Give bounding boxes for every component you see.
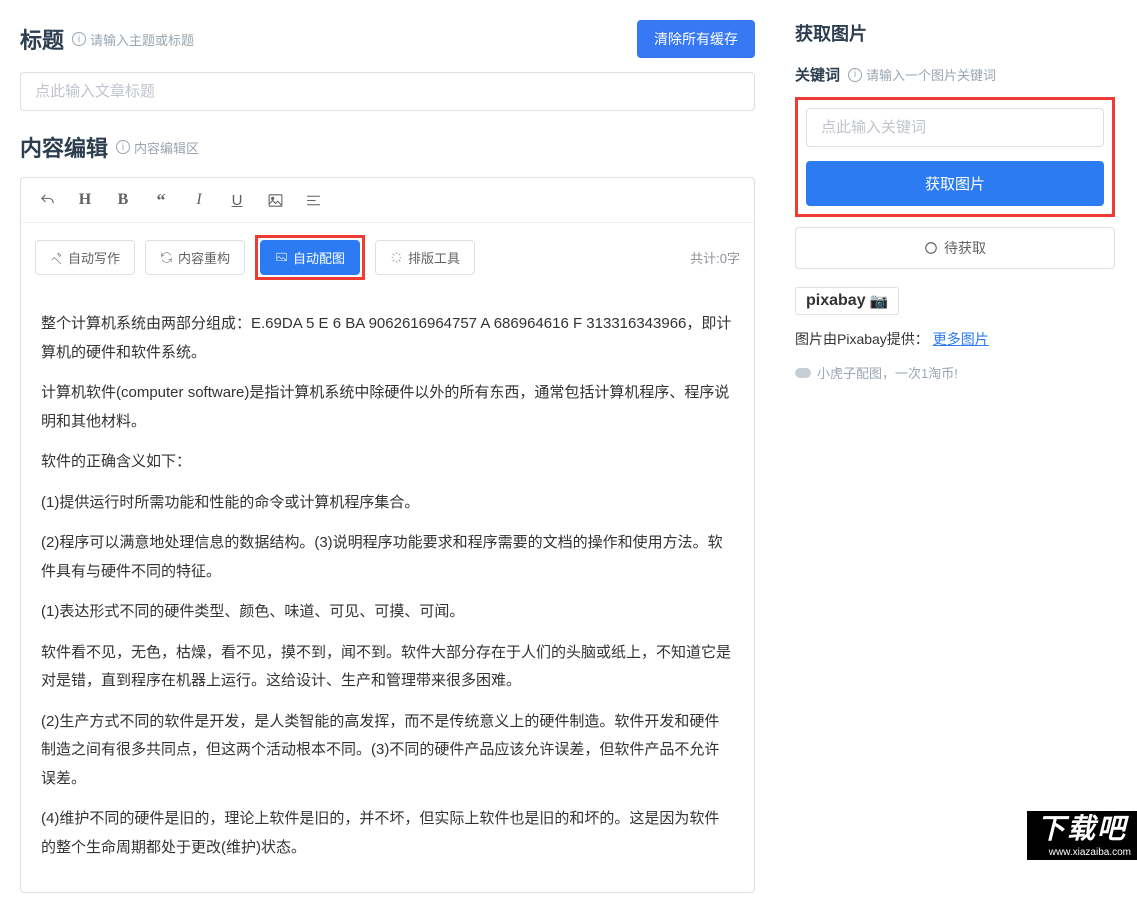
editor-box: H B “ I U 自动写作 内容重构 [20,177,755,893]
keyword-label-row: 关键词 i 请输入一个图片关键词 [795,64,1115,85]
underline-icon[interactable]: U [225,188,249,212]
main-panel: 标题 i 请输入主题或标题 清除所有缓存 内容编辑 i 内容编辑区 H [0,0,775,913]
bold-icon[interactable]: B [111,188,135,212]
clear-cache-button[interactable]: 清除所有缓存 [637,20,755,58]
editor-paragraph: 计算机软件(computer software)是指计算机系统中除硬件以外的所有… [41,379,734,436]
more-images-link[interactable]: 更多图片 [933,331,989,347]
keyword-input[interactable] [806,108,1104,147]
title-hint: i 请输入主题或标题 [72,30,194,49]
info-icon: i [848,68,862,82]
editor-content[interactable]: 整个计算机系统由两部分组成：E.69DA 5 E 6 BA 9062616964… [21,292,754,892]
keyword-label: 关键词 [795,64,840,85]
word-counter: 共计:0字 [690,248,740,267]
editor-paragraph: (1)提供运行时所需功能和性能的命令或计算机程序集合。 [41,489,734,518]
article-title-input[interactable] [20,72,755,111]
auto-write-button[interactable]: 自动写作 [35,240,135,275]
editor-paragraph: (4)维护不同的硬件是旧的，理论上软件是旧的，并不坏，但实际上软件也是旧的和坏的… [41,805,734,862]
fetch-image-title: 获取图片 [795,20,1115,46]
editor-paragraph: (2)程序可以满意地处理信息的数据结构。(3)说明程序功能要求和程序需要的文档的… [41,529,734,586]
content-label: 内容编辑 [20,131,108,163]
content-hint: i 内容编辑区 [116,138,199,157]
editor-paragraph: 整个计算机系统由两部分组成：E.69DA 5 E 6 BA 9062616964… [41,310,734,367]
cloud-icon [795,368,811,378]
editor-paragraph: 软件看不见，无色，枯燥，看不见，摸不到，闻不到。软件大部分存在于人们的头脑或纸上… [41,639,734,696]
editor-paragraph: (2)生产方式不同的软件是开发，是人类智能的高发挥，而不是传统意义上的硬件制造。… [41,708,734,794]
title-header: 标题 i 请输入主题或标题 清除所有缓存 [20,20,755,58]
action-toolbar: 自动写作 内容重构 自动配图 排版工具 [21,223,754,292]
align-icon[interactable] [301,188,325,212]
editor-paragraph: (1)表达形式不同的硬件类型、颜色、味道、可见、可摸、可闻。 [41,598,734,627]
sidebar-panel: 获取图片 关键词 i 请输入一个图片关键词 获取图片 待获取 pixabay 📷… [775,0,1135,913]
format-toolbar: H B “ I U [21,178,754,223]
content-header: 内容编辑 i 内容编辑区 [20,131,755,163]
keyword-highlight: 获取图片 [795,97,1115,217]
heading-icon[interactable]: H [73,188,97,212]
restructure-button[interactable]: 内容重构 [145,240,245,275]
title-label: 标题 [20,23,64,55]
quote-icon[interactable]: “ [149,188,173,212]
fetch-image-button[interactable]: 获取图片 [806,161,1104,206]
image-icon[interactable] [263,188,287,212]
provider-line: 图片由Pixabay提供： 更多图片 [795,329,1115,349]
editor-paragraph: 软件的正确含义如下： [41,448,734,477]
info-icon: i [116,140,130,154]
auto-image-highlight: 自动配图 [255,235,365,280]
info-icon: i [72,32,86,46]
camera-icon: 📷 [870,292,889,310]
tip-line: 小虎子配图，一次1淘币! [795,363,1115,382]
italic-icon[interactable]: I [187,188,211,212]
undo-icon[interactable] [35,188,59,212]
auto-image-button[interactable]: 自动配图 [260,240,360,275]
pixabay-badge: pixabay 📷 [795,287,899,315]
layout-tool-button[interactable]: 排版工具 [375,240,475,275]
pending-button[interactable]: 待获取 [795,227,1115,269]
